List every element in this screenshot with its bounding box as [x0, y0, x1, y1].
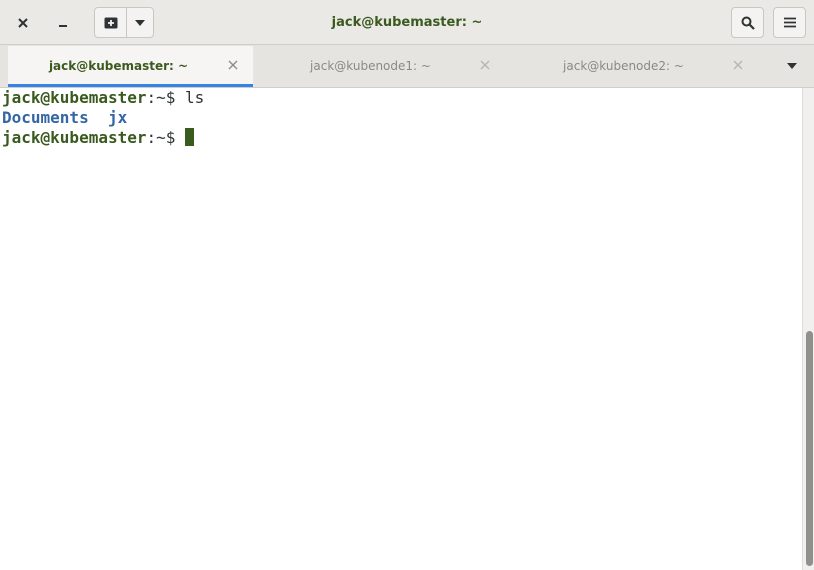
directory-name: Documents	[2, 108, 89, 127]
close-button[interactable]	[8, 7, 38, 38]
terminal-line: jack@kubemaster:~$ ls	[2, 88, 204, 108]
output-separator	[89, 108, 108, 127]
search-button[interactable]	[731, 7, 764, 38]
tab-label: jack@kubenode2: ~	[563, 59, 684, 73]
tab-bar: jack@kubemaster: ~ jack@kubenode1: ~ jac…	[0, 45, 814, 88]
tab-kubenode2[interactable]: jack@kubenode2: ~	[513, 46, 758, 87]
new-tab-button-group	[94, 7, 154, 38]
new-tab-icon	[104, 17, 118, 28]
tab-label: jack@kubemaster: ~	[48, 59, 189, 73]
scrollbar[interactable]	[802, 88, 814, 570]
scrollbar-thumb[interactable]	[806, 331, 813, 566]
directory-name: jx	[107, 108, 128, 127]
close-icon[interactable]	[479, 59, 491, 71]
prompt-path: :~$	[146, 128, 186, 147]
tab-label: jack@kubenode1: ~	[310, 59, 431, 73]
prompt-user-host: jack@kubemaster	[2, 128, 147, 147]
prompt-user-host: jack@kubemaster	[2, 88, 147, 107]
prompt-path: :~$	[146, 88, 186, 107]
terminal-view[interactable]: jack@kubemaster:~$ ls Documents jx jack@…	[0, 88, 802, 570]
tab-kubemaster[interactable]: jack@kubemaster: ~	[8, 46, 253, 87]
text-cursor	[185, 128, 195, 146]
new-tab-button[interactable]	[95, 8, 128, 37]
search-icon	[741, 16, 755, 30]
hamburger-menu-icon	[783, 17, 796, 28]
tab-kubenode1[interactable]: jack@kubenode1: ~	[260, 46, 505, 87]
window-title: jack@kubemaster: ~	[331, 15, 483, 30]
terminal-line: Documents jx	[2, 108, 127, 128]
chevron-down-icon	[135, 19, 146, 26]
minimize-icon	[59, 24, 67, 27]
close-icon	[18, 17, 28, 28]
menu-button[interactable]	[773, 7, 806, 38]
command-text: ls	[185, 88, 205, 107]
terminal-line: jack@kubemaster:~$	[2, 128, 195, 148]
minimize-button[interactable]	[48, 7, 78, 38]
close-icon[interactable]	[732, 59, 744, 71]
close-icon[interactable]	[227, 59, 239, 71]
tab-list-button[interactable]	[782, 59, 802, 73]
header-bar: jack@kubemaster: ~	[0, 0, 814, 45]
new-tab-menu-button[interactable]	[127, 8, 153, 37]
chevron-down-icon	[787, 63, 797, 69]
